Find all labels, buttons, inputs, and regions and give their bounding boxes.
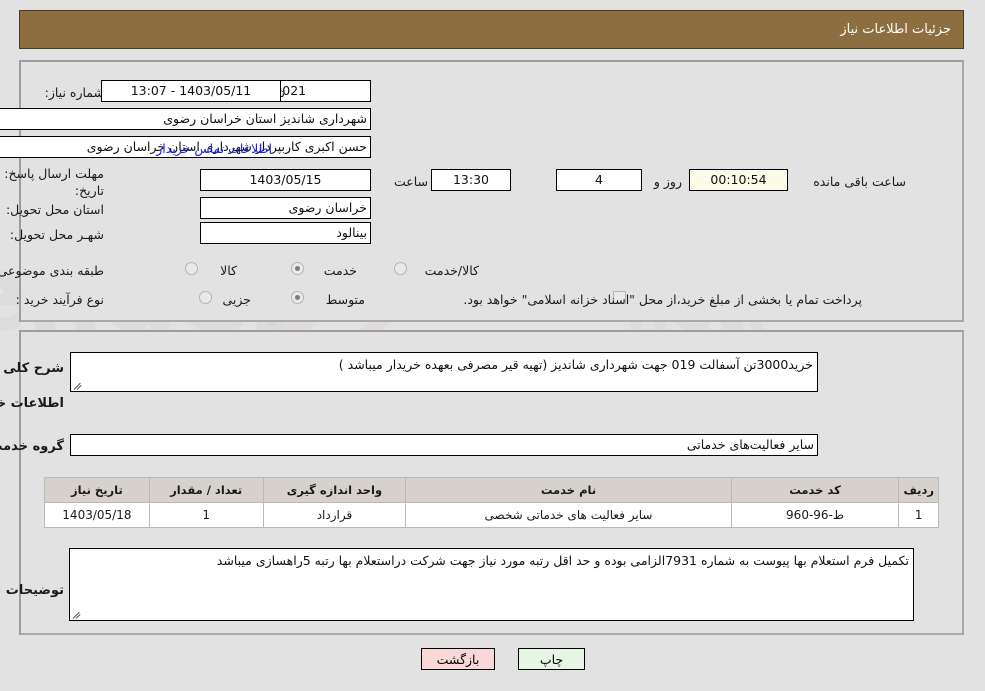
page-header-bar: جزئیات اطلاعات نیاز [20, 10, 965, 49]
process-radio-motevaset[interactable] [292, 291, 305, 304]
table-row[interactable]: 1 ط-96-960 سایر فعالیت های خدماتی شخصی ق… [45, 502, 940, 528]
service-group-label: گروه خدمت: [0, 439, 65, 454]
table-header-row-index: ردیف [899, 477, 940, 503]
category-label: طبقه بندی موضوعی: [0, 263, 105, 278]
summary-textarea[interactable]: خرید3000تن آسفالت 019 جهت شهرداری شاندیز… [71, 352, 819, 392]
table-header-service-name: نام خدمت [406, 477, 733, 503]
deadline-label-line1: مهلت ارسال پاسخ: تا [0, 166, 105, 181]
remaining-time-suffix: ساعت باقی مانده [814, 174, 907, 189]
category-radio-khedmat[interactable] [292, 262, 305, 275]
category-radio-kala-khedmat[interactable] [395, 262, 408, 275]
cell-service-code: ط-96-960 [731, 502, 901, 528]
category-label-kala: کالا [221, 263, 238, 278]
category-label-kala-khedmat: کالا/خدمت [425, 263, 480, 278]
buyer-contact-link[interactable]: اطلاعات تماس خریدار [157, 141, 273, 156]
services-section-title: اطلاعات خدمات مورد نیاز [0, 396, 65, 411]
province-label: استان محل تحویل: [6, 202, 105, 217]
process-label: نوع فرآیند خرید : [16, 292, 105, 307]
resize-grip-icon [74, 381, 84, 390]
cell-unit: قرارداد [263, 502, 408, 528]
table-header-quantity: تعداد / مقدار [149, 477, 265, 503]
table-header-row: ردیف کد خدمت نام خدمت واحد اندازه گیری ت… [45, 477, 940, 503]
buyer-notes-label: توضیحات خریدار: [0, 583, 65, 598]
back-button[interactable]: بازگشت [422, 648, 496, 670]
table-header-service-code: کد خدمت [731, 477, 901, 503]
buyer-org-value: شهرداری شاندیز استان خراسان رضوی [0, 108, 372, 130]
deadline-label-line2: تاریخ: [75, 183, 105, 198]
deadline-hour-label: ساعت [394, 174, 429, 189]
remaining-days-suffix: روز و [654, 174, 683, 189]
table-header-need-date: تاریخ نیاز [45, 477, 151, 503]
need-number-label: شماره نیاز: [45, 85, 105, 100]
process-radio-jozii[interactable] [200, 291, 213, 304]
print-button[interactable]: چاپ [519, 648, 586, 670]
cell-quantity: 1 [149, 502, 265, 528]
buyer-notes-text: تکمیل فرم استعلام بها پیوست به شماره 793… [217, 553, 910, 568]
cell-need-date: 1403/05/18 [45, 502, 151, 528]
announce-date-value: 1403/05/11 - 13:07 [102, 80, 282, 102]
islamic-treasury-note: پرداخت تمام یا بخشی از مبلغ خرید،از محل … [464, 292, 863, 307]
city-value: بینالود [201, 222, 372, 244]
services-table: ردیف کد خدمت نام خدمت واحد اندازه گیری ت… [45, 477, 940, 528]
city-label: شهـر محل تحویل: [10, 227, 105, 242]
page-title: جزئیات اطلاعات نیاز [841, 22, 952, 37]
summary-text: خرید3000تن آسفالت 019 جهت شهرداری شاندیز… [339, 357, 814, 372]
buyer-notes-textarea[interactable]: تکمیل فرم استعلام بها پیوست به شماره 793… [70, 548, 915, 621]
remaining-time-countdown: 00:10:54 [690, 169, 789, 191]
cell-service-name: سایر فعالیت های خدماتی شخصی [406, 502, 733, 528]
province-value: خراسان رضوی [201, 197, 372, 219]
process-label-jozii: جزیی [223, 292, 252, 307]
category-radio-kala[interactable] [186, 262, 199, 275]
deadline-hour-value: 13:30 [432, 169, 512, 191]
service-group-value: سایر فعالیت‌های خدماتی [71, 434, 819, 456]
deadline-date-value: 1403/05/15 [201, 169, 372, 191]
resize-grip-icon [73, 610, 83, 619]
cell-row-index: 1 [899, 502, 940, 528]
summary-label: شرح کلی نیاز: [0, 361, 65, 376]
remaining-days-value: 4 [557, 169, 643, 191]
category-label-khedmat: خدمت [324, 263, 358, 278]
table-header-unit: واحد اندازه گیری [263, 477, 408, 503]
process-label-motevaset: متوسط [326, 292, 366, 307]
